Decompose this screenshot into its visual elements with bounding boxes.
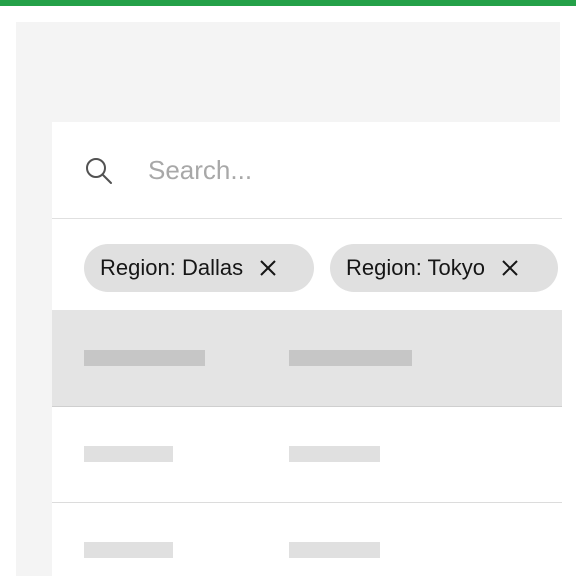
top-accent-bar (0, 0, 576, 6)
table-header-skeleton (52, 310, 562, 407)
search-bar (52, 122, 562, 219)
filter-tag-region-dallas: Region: Dallas (84, 244, 314, 292)
search-input[interactable] (148, 150, 528, 190)
cell-skeleton (289, 446, 380, 462)
filter-tag-region-tokyo: Region: Tokyo (330, 244, 558, 292)
search-icon (84, 156, 114, 186)
table-row-skeleton (52, 407, 562, 503)
filter-tag-label: Region: Dallas (100, 255, 244, 280)
header-cell-skeleton (289, 350, 412, 366)
filter-tag-label: Region: Tokyo (346, 255, 486, 280)
header-cell-skeleton (84, 350, 205, 366)
cell-skeleton (289, 542, 380, 558)
cell-skeleton (84, 446, 173, 462)
close-icon[interactable] (499, 257, 521, 279)
close-icon[interactable] (257, 257, 279, 279)
cell-skeleton (84, 542, 173, 558)
data-table-card: Region: Dallas Region: Tokyo (52, 122, 562, 576)
filter-tags: Region: Dallas Region: Tokyo (52, 219, 562, 310)
table-row-skeleton (52, 503, 562, 576)
